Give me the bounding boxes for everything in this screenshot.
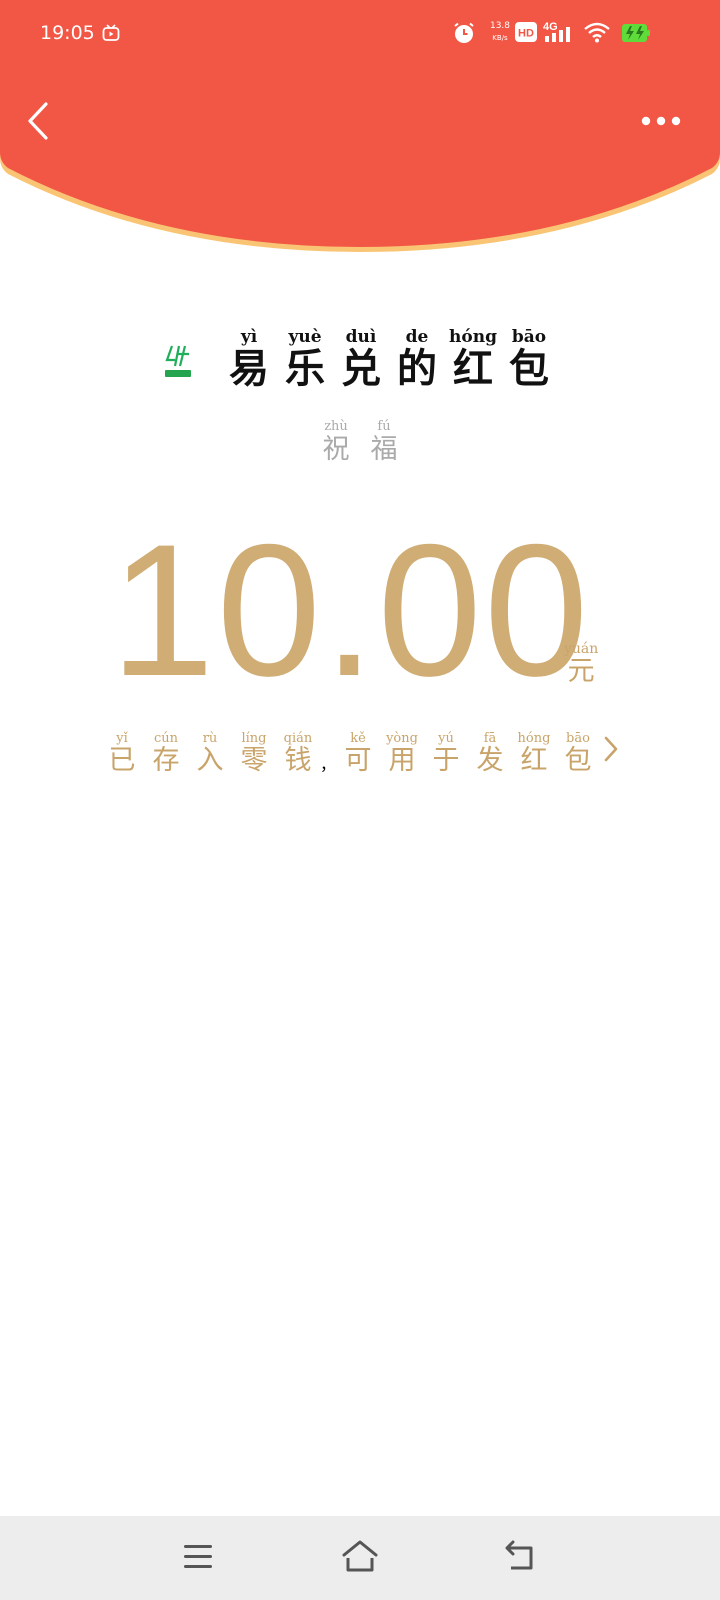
- sender-name-hanzi: 的: [397, 345, 437, 392]
- sender-name-char: hóng 红: [447, 329, 499, 390]
- saved-note-hanzi: 可: [344, 745, 372, 776]
- blessing-hanzi: 福: [370, 434, 398, 465]
- saved-note-char: bāo 包: [558, 732, 598, 775]
- network-type: 4G: [543, 21, 558, 33]
- tv-app-icon: [102, 24, 120, 46]
- system-navigation-bar: [0, 1516, 720, 1600]
- status-bar: 19:05 13.8 KB/s HD 4G: [0, 0, 720, 68]
- blessing-line: zhù 祝 fú 福: [0, 420, 720, 464]
- saved-note-part1: yǐ 已 cún 存 rù 入 líng 零 qián 钱: [100, 732, 320, 775]
- saved-note-part2: kě 可 yòng 用 yú 于 fā 发 hóng 红 bāo 包: [336, 732, 600, 775]
- saved-note-pinyin: yú: [438, 731, 454, 746]
- amount-value: 10.00: [110, 505, 591, 715]
- sender-avatar: [163, 344, 193, 380]
- saved-note-pinyin: rù: [202, 731, 218, 746]
- saved-note-char: hóng 红: [514, 732, 554, 775]
- sender-name-hanzi: 乐: [285, 345, 325, 392]
- saved-note-pinyin: fā: [483, 731, 497, 746]
- status-time: 19:05: [40, 22, 95, 44]
- sender-name-char: yuè 乐: [279, 329, 331, 390]
- blessing-pinyin: fú: [377, 419, 391, 434]
- more-dots-icon: [641, 116, 681, 126]
- wifi-icon: [584, 22, 610, 48]
- chevron-right-icon: [602, 735, 620, 767]
- sender-name-char: de 的: [391, 329, 443, 390]
- saved-to-change-link[interactable]: yǐ 已 cún 存 rù 入 líng 零 qián 钱 ， kě 可 yòng 用 yú 于 fā 发 hón…: [0, 732, 720, 775]
- saved-note-char: cún 存: [146, 732, 186, 775]
- alarm-icon: [452, 21, 476, 49]
- sender-name-char: duì 兑: [335, 329, 387, 390]
- network-speed: 13.8 KB/s: [484, 20, 516, 44]
- blessing-text: zhù 祝 fú 福: [312, 420, 408, 464]
- saved-note-pinyin: bāo: [566, 731, 590, 746]
- saved-note-hanzi: 已: [108, 745, 136, 776]
- amount-unit: yuán 元: [564, 642, 598, 686]
- saved-note-hanzi: 红: [520, 745, 548, 776]
- network-speed-unit: KB/s: [492, 34, 508, 42]
- saved-note-hanzi: 发: [476, 745, 504, 776]
- sender-name: yì 易 yuè 乐 duì 兑 de 的 hóng 红 bāo 包: [221, 329, 557, 390]
- blessing-char: fú 福: [362, 420, 406, 464]
- blessing-hanzi: 祝: [322, 434, 350, 465]
- sender-name-pinyin: duì: [345, 327, 377, 347]
- sender-name-hanzi: 兑: [341, 345, 381, 392]
- saved-note-hanzi: 钱: [284, 745, 312, 776]
- back-icon[interactable]: [503, 1540, 537, 1576]
- network-speed-value: 13.8: [489, 21, 511, 31]
- hd-label: HD: [518, 28, 534, 40]
- sender-name-pinyin: bāo: [511, 327, 547, 347]
- hd-icon: HD: [515, 22, 537, 46]
- saved-note-char: yòng 用: [382, 732, 422, 775]
- saved-note-char: yǐ 已: [102, 732, 142, 775]
- sender-name-char: yì 易: [223, 329, 275, 390]
- saved-note-hanzi: 入: [196, 745, 224, 776]
- saved-note-hanzi: 零: [240, 745, 268, 776]
- saved-note-hanzi: 包: [564, 745, 592, 776]
- cellular-signal-icon: 4G: [543, 20, 577, 48]
- saved-note-pinyin: líng: [241, 731, 267, 746]
- sender-line: yì 易 yuè 乐 duì 兑 de 的 hóng 红 bāo 包: [0, 320, 720, 390]
- sender-name-hanzi: 红: [453, 345, 493, 392]
- blessing-pinyin: zhù: [324, 419, 348, 434]
- saved-note-comma: ，: [319, 755, 336, 775]
- saved-note-pinyin: yòng: [386, 731, 418, 746]
- amount-unit-char: 元: [567, 656, 595, 687]
- menu-icon[interactable]: [182, 1542, 214, 1576]
- sender-name-hanzi: 包: [509, 345, 549, 392]
- saved-note-hanzi: 存: [152, 745, 180, 776]
- saved-note-char: líng 零: [234, 732, 274, 775]
- saved-note-char: qián 钱: [278, 732, 318, 775]
- saved-note-hanzi: 用: [388, 745, 416, 776]
- home-icon[interactable]: [340, 1538, 380, 1578]
- saved-note-pinyin: hóng: [517, 731, 551, 746]
- battery-charging-icon: [622, 24, 650, 46]
- sender-name-pinyin: hóng: [449, 327, 497, 347]
- chevron-left-icon: [28, 102, 48, 140]
- sender-name-char: bāo 包: [503, 329, 555, 390]
- sender-name-pinyin: yì: [240, 327, 258, 347]
- sender-name-pinyin: de: [405, 327, 429, 347]
- saved-note-char: yú 于: [426, 732, 466, 775]
- saved-note-hanzi: 于: [432, 745, 460, 776]
- saved-note-pinyin: cún: [153, 731, 178, 746]
- back-button[interactable]: [20, 96, 60, 146]
- saved-note-pinyin: qián: [283, 731, 313, 746]
- saved-note-pinyin: kě: [350, 731, 366, 746]
- saved-note-pinyin: yǐ: [116, 731, 128, 746]
- more-button[interactable]: [632, 106, 682, 136]
- sender-name-hanzi: 易: [229, 345, 269, 392]
- saved-note-char: rù 入: [190, 732, 230, 775]
- saved-note-char: fā 发: [470, 732, 510, 775]
- blessing-char: zhù 祝: [314, 420, 358, 464]
- amount-unit-pinyin: yuán: [564, 641, 599, 657]
- saved-note-char: kě 可: [338, 732, 378, 775]
- sender-name-pinyin: yuè: [288, 327, 322, 347]
